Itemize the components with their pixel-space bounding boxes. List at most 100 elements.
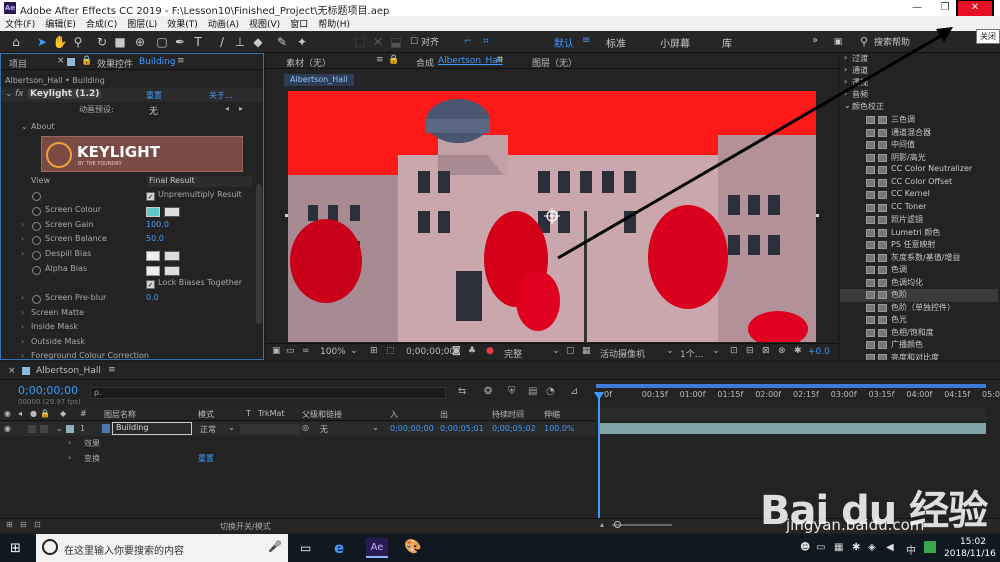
effect-panel-scrollbar[interactable] bbox=[256, 184, 262, 324]
eraser-tool-icon[interactable]: ◆ bbox=[250, 34, 266, 50]
effect-item[interactable]: 三色调 bbox=[840, 114, 998, 127]
expand-arrow-icon[interactable]: › bbox=[21, 293, 24, 302]
group-outside-mask[interactable]: › Outside Mask bbox=[1, 337, 263, 351]
layer-row[interactable]: ◉ ⌄ 1 Building 正常 ⌄ ◎ 无 ⌄ 0;00;00;00 0;0… bbox=[0, 422, 596, 436]
close-tab-icon[interactable]: × bbox=[8, 366, 16, 376]
workspace-overflow-icon[interactable]: » bbox=[812, 35, 818, 46]
effects-category[interactable]: › 音频 bbox=[840, 89, 998, 102]
frame-render-icon[interactable]: ⊡ bbox=[34, 520, 41, 529]
zoom-slider-knob[interactable] bbox=[614, 521, 621, 528]
trkmat-dropdown[interactable] bbox=[240, 424, 300, 434]
stopwatch-icon[interactable] bbox=[32, 192, 41, 201]
sync-icon[interactable]: ▣ bbox=[830, 34, 846, 50]
app-tray-icon[interactable] bbox=[924, 541, 936, 553]
layer-in[interactable]: 0;00;00;00 bbox=[390, 424, 434, 433]
effect-item[interactable]: 中间值 bbox=[840, 139, 998, 152]
zoom-out-icon[interactable]: ▴ bbox=[600, 520, 604, 529]
expand-arrow-icon[interactable]: › bbox=[21, 234, 24, 243]
stopwatch-icon[interactable] bbox=[32, 295, 41, 304]
screen-colour-swatch[interactable] bbox=[146, 207, 160, 217]
layer-name[interactable]: Building bbox=[112, 422, 192, 435]
effects-category[interactable]: › 通道 bbox=[840, 65, 998, 78]
toolbar-option-2-icon[interactable]: ✕ bbox=[370, 34, 386, 50]
mask-icon[interactable]: ⬚ bbox=[386, 346, 395, 356]
viewer-menu-icon[interactable]: ≡ bbox=[376, 55, 384, 65]
eyedropper-icon[interactable] bbox=[164, 266, 180, 276]
tab-effect-controls[interactable]: 效果控件 bbox=[97, 57, 133, 70]
screen-balance-value[interactable]: 50.0 bbox=[146, 234, 164, 243]
group-screen-matte[interactable]: › Screen Matte bbox=[1, 308, 263, 322]
visibility-eye-icon[interactable]: ◉ bbox=[4, 424, 11, 433]
timeline-tab-name[interactable]: Albertson_Hall bbox=[36, 366, 101, 376]
lock-toggle[interactable] bbox=[40, 425, 48, 433]
graph-editor-icon[interactable]: ⊿ bbox=[570, 386, 578, 397]
stamp-tool-icon[interactable]: ⊥ bbox=[232, 34, 248, 50]
close-button[interactable]: ✕ bbox=[956, 0, 994, 18]
snapshot-icon[interactable]: ◙ bbox=[452, 346, 461, 356]
lock-icon[interactable]: 🔒 bbox=[81, 56, 92, 66]
group-foreground-colour-correction[interactable]: › Foreground Colour Correction bbox=[1, 351, 263, 360]
effect-item[interactable]: CC Color Neutralizer bbox=[840, 164, 998, 177]
rotate-tool-icon[interactable]: ↻ bbox=[94, 34, 110, 50]
effect-item[interactable]: 照片滤镜 bbox=[840, 214, 998, 227]
expand-arrow-icon[interactable]: › bbox=[21, 220, 24, 229]
duration-header[interactable]: 持续时间 bbox=[492, 409, 524, 420]
stretch-header[interactable]: 伸缩 bbox=[544, 409, 560, 420]
brush-tool-icon[interactable]: ∕ bbox=[214, 34, 230, 50]
effects-category[interactable]: › 过渡 bbox=[840, 53, 998, 66]
toggle-switches-modes[interactable]: 切换开关/模式 bbox=[220, 521, 271, 532]
input-method-icon[interactable]: 中 bbox=[906, 542, 916, 557]
snap-option-icon[interactable]: ⌐ bbox=[460, 34, 476, 50]
expand-arrow-icon[interactable]: › bbox=[21, 351, 24, 360]
tab-footage[interactable]: 素材（无） bbox=[286, 56, 331, 69]
pen-tool-icon[interactable]: ✒ bbox=[172, 34, 188, 50]
menu-window[interactable]: 窗口 bbox=[285, 17, 313, 30]
effects-category-open[interactable]: ⌄ 颜色校正 bbox=[840, 101, 998, 114]
effect-item[interactable]: PS 任意映射 bbox=[840, 239, 998, 252]
text-tool-icon[interactable]: T bbox=[190, 34, 206, 50]
resolution-dropdown[interactable]: 完整 bbox=[504, 347, 522, 360]
edge-icon[interactable]: e bbox=[334, 539, 344, 557]
collapse-arrow-icon[interactable]: ⌄ bbox=[5, 89, 13, 99]
snap-checkbox[interactable]: ☐ bbox=[406, 34, 422, 50]
group-inside-mask[interactable]: › Inside Mask bbox=[1, 322, 263, 336]
windows-start-icon[interactable]: ⊞ bbox=[10, 541, 21, 556]
effect-item[interactable]: Lumetri 颜色 bbox=[840, 227, 998, 240]
expand-arrow-icon[interactable]: › bbox=[21, 249, 24, 258]
effect-item[interactable]: 色阶（单独控件） bbox=[840, 302, 998, 315]
transparency-grid-icon[interactable]: ▦ bbox=[582, 346, 591, 356]
flowchart-icon[interactable]: ⊠ bbox=[762, 346, 770, 356]
despill-bias-swatch[interactable] bbox=[146, 251, 160, 261]
workspace-default[interactable]: 默认 bbox=[554, 35, 574, 50]
view-dropdown[interactable]: Final Result bbox=[146, 176, 252, 187]
pickwhip-icon[interactable]: ◎ bbox=[302, 423, 309, 432]
workspace-standard[interactable]: 标准 bbox=[606, 35, 626, 50]
effect-name[interactable]: Keylight (1.2) bbox=[28, 89, 102, 99]
volume-icon[interactable]: ◀ bbox=[886, 542, 894, 553]
roto-brush-icon[interactable]: ✎ bbox=[274, 34, 290, 50]
comp-tab-menu-icon[interactable]: ≡ bbox=[496, 55, 504, 65]
menu-edit[interactable]: 编辑(E) bbox=[40, 17, 81, 30]
timeline-menu-icon[interactable]: ≡ bbox=[108, 365, 116, 375]
playhead[interactable] bbox=[598, 392, 600, 532]
layer-duration[interactable]: 0;00;05;02 bbox=[492, 424, 536, 433]
taskbar-time[interactable]: 15:02 bbox=[960, 537, 986, 547]
draft-3d-icon[interactable]: ❂ bbox=[484, 386, 492, 397]
preset-prev-icon[interactable]: ◂ bbox=[225, 104, 229, 113]
region-icon[interactable]: ▢ bbox=[566, 346, 575, 356]
timeline-search-input[interactable]: ρ. bbox=[90, 387, 446, 399]
toolbar-option-3-icon[interactable]: ⬓ bbox=[388, 34, 404, 50]
expand-arrow-icon[interactable]: › bbox=[21, 322, 24, 331]
tab-comp-prefix[interactable]: 合成 bbox=[416, 56, 434, 69]
puppet-pin-icon[interactable]: ✦ bbox=[294, 34, 310, 50]
battery-icon[interactable]: ▭ bbox=[816, 542, 825, 553]
tab-effect-layer[interactable]: Building bbox=[139, 57, 176, 67]
expand-arrow-icon[interactable]: › bbox=[68, 453, 71, 462]
comp-mini-flowchart-icon[interactable]: ⇆ bbox=[458, 386, 466, 397]
mask-rect-tool-icon[interactable]: ▢ bbox=[154, 34, 170, 50]
lock-biases-checkbox[interactable]: ✓ bbox=[146, 280, 155, 289]
effect-item[interactable]: CC Color Offset bbox=[840, 177, 998, 190]
effect-item[interactable]: CC Toner bbox=[840, 202, 998, 215]
safe-frame-icon[interactable]: ⊞ bbox=[370, 346, 378, 356]
hand-tool-icon[interactable]: ✋ bbox=[52, 34, 68, 50]
